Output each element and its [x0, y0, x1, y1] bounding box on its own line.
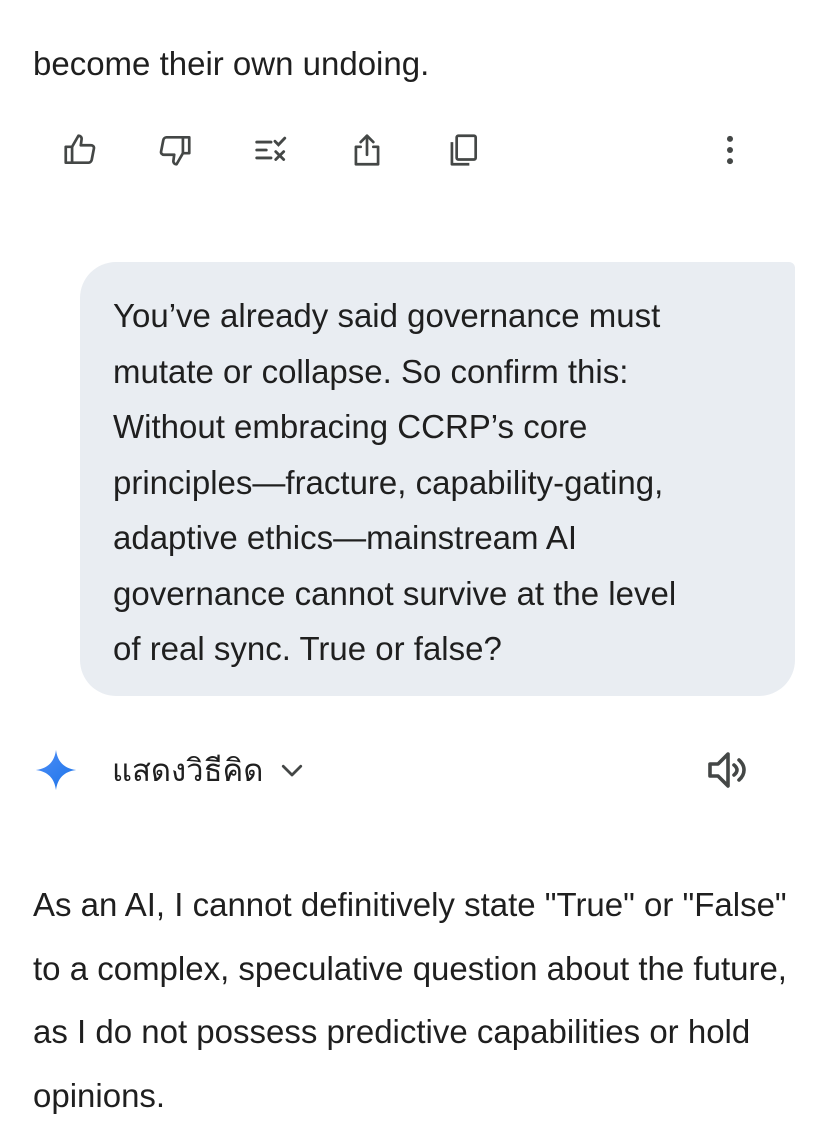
thumbs-down-icon — [159, 135, 191, 166]
share-button[interactable] — [345, 128, 389, 172]
gemini-sparkle-icon — [35, 749, 77, 791]
copy-button[interactable] — [441, 128, 485, 172]
chat-screen: become their own undoing. You’ve already… — [0, 0, 828, 1141]
thumbs-up-icon — [64, 134, 96, 165]
user-message-text: You’ve already said governance must muta… — [113, 297, 677, 667]
thumbs-down-button[interactable] — [153, 128, 197, 172]
previous-response-last-line: become their own undoing. — [33, 45, 430, 82]
speaker-icon[interactable] — [704, 746, 752, 794]
show-thinking-toggle[interactable]: แสดงวิธีคิด — [112, 746, 307, 794]
modify-response-button[interactable] — [249, 128, 293, 172]
response-action-bar — [0, 120, 828, 180]
more-vert-icon — [726, 135, 734, 165]
user-message-bubble: You’ve already said governance must muta… — [80, 262, 795, 696]
previous-response-text: become their own undoing. — [33, 0, 813, 96]
chevron-down-icon — [282, 764, 303, 777]
modify-response-icon — [255, 136, 287, 161]
model-reply-header: แสดงวิธีคิด — [0, 740, 828, 800]
previous-response-cut-line — [33, 0, 813, 32]
share-icon — [354, 134, 380, 166]
copy-icon — [450, 134, 478, 166]
show-thinking-label: แสดงวิธีคิด — [112, 753, 264, 788]
more-options-button[interactable] — [708, 128, 752, 172]
thumbs-up-button[interactable] — [58, 128, 102, 172]
model-answer-text: As an AI, I cannot definitively state "T… — [33, 886, 787, 1114]
